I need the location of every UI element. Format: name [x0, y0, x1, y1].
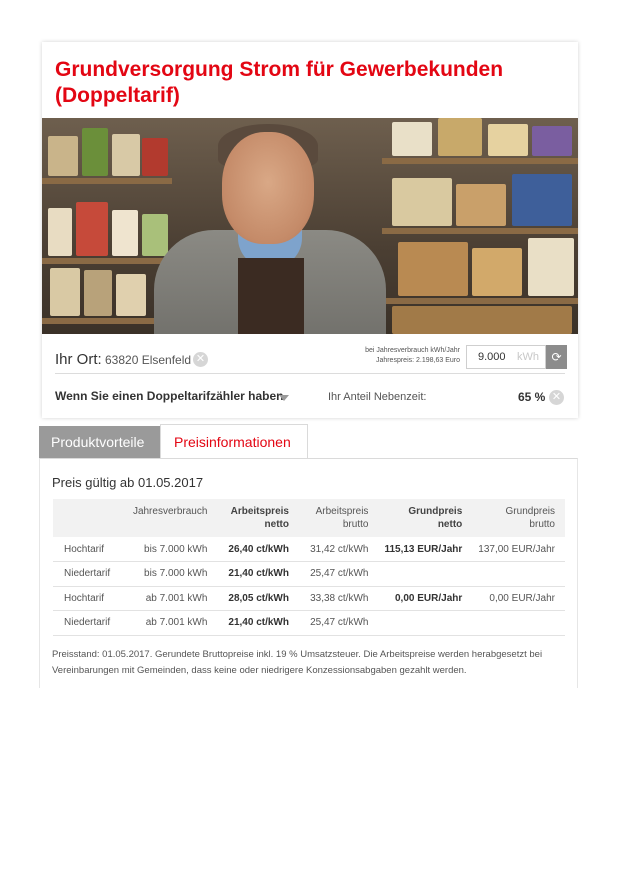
- cell-base-price-gross: [472, 610, 565, 636]
- header-work-price-gross-line1: Arbeitspreis: [315, 506, 369, 517]
- header-work-price-net-line2: netto: [264, 519, 289, 530]
- cell-work-price-net: 21,40 ct/kWh: [217, 561, 299, 587]
- cell-work-price-gross: 31,42 ct/kWh: [298, 537, 379, 562]
- price-valid-date: Preis gültig ab 01.05.2017: [52, 475, 204, 490]
- cell-tariff: Hochtarif: [53, 537, 127, 562]
- consumption-input[interactable]: 9.000 kWh: [466, 345, 546, 369]
- cell-base-price-gross: 137,00 EUR/Jahr: [472, 537, 565, 562]
- hero-image: [42, 118, 578, 334]
- price-table: Jahresverbrauch Arbeitspreis netto Arbeit…: [53, 499, 565, 636]
- refresh-icon[interactable]: ⟳: [546, 345, 567, 369]
- cell-consumption: bis 7.000 kWh: [126, 561, 218, 587]
- cell-consumption: ab 7.001 kWh: [126, 610, 218, 636]
- location-row: Ihr Ort: 63820 Elsenfeld ✕ bei Jahresver…: [55, 344, 567, 374]
- cell-tariff: Niedertarif: [53, 610, 127, 636]
- cell-work-price-net: 21,40 ct/kWh: [217, 610, 299, 636]
- header-consumption-line1: Jahresverbrauch: [132, 506, 208, 517]
- price-panel: Preis gültig ab 01.05.2017 Jahresverbrau…: [39, 458, 578, 688]
- tariff-card: Grundversorgung Strom für Gewerbekunden …: [42, 42, 578, 418]
- share-value[interactable]: 65 %: [518, 390, 545, 404]
- consumption-unit: kWh: [517, 351, 539, 363]
- cell-tariff: Hochtarif: [53, 586, 127, 611]
- cell-work-price-gross: 25,47 ct/kWh: [298, 561, 379, 587]
- location-value[interactable]: 63820 Elsenfeld: [105, 353, 191, 367]
- table-header-row: Jahresverbrauch Arbeitspreis netto Arbeit…: [53, 499, 565, 537]
- cell-consumption: bis 7.000 kWh: [126, 537, 218, 562]
- consumption-value: 9.000: [478, 351, 506, 363]
- header-work-price-gross-line2: brutto: [342, 519, 369, 530]
- cell-base-price-net: [378, 610, 473, 636]
- header-base-price-net: Grundpreis netto: [378, 499, 472, 537]
- header-base-price-gross-line2: brutto: [529, 519, 555, 530]
- cell-work-price-gross: 33,38 ct/kWh: [298, 586, 379, 611]
- cell-base-price-net: 0,00 EUR/Jahr: [378, 586, 473, 611]
- cell-base-price-gross: 0,00 EUR/Jahr: [472, 586, 565, 611]
- header-base-price-net-line2: netto: [437, 519, 463, 530]
- cell-base-price-net: [378, 561, 473, 587]
- header-tariff: [53, 499, 127, 537]
- page-title: Grundversorgung Strom für Gewerbekunden …: [55, 58, 504, 107]
- table-row: Niedertarif ab 7.001 kWh 21,40 ct/kWh 25…: [53, 610, 565, 636]
- tab-preisinformationen[interactable]: Preisinformationen: [160, 424, 308, 458]
- header-work-price-gross: Arbeitspreis brutto: [299, 499, 378, 537]
- clear-share-icon[interactable]: ✕: [549, 390, 564, 405]
- cell-base-price-gross: [472, 561, 565, 587]
- header-base-price-net-line1: Grundpreis: [408, 506, 463, 517]
- cell-work-price-net: 28,05 ct/kWh: [217, 586, 299, 611]
- table-row: Niedertarif bis 7.000 kWh 21,40 ct/kWh 2…: [53, 561, 565, 587]
- cell-base-price-net: 115,13 EUR/Jahr: [378, 537, 473, 562]
- price-footnote: Preisstand: 01.05.2017. Gerundete Brutto…: [52, 649, 543, 676]
- location-label: Ihr Ort:: [55, 351, 102, 368]
- annual-consumption-note: bei Jahresverbrauch kWh/Jahr Jahrespreis…: [345, 346, 460, 366]
- cell-work-price-net: 26,40 ct/kWh: [217, 537, 299, 562]
- annual-consumption-note-line1: bei Jahresverbrauch kWh/Jahr: [365, 347, 460, 354]
- table-row: Hochtarif bis 7.000 kWh 26,40 ct/kWh 31,…: [53, 537, 565, 562]
- header-work-price-net: Arbeitspreis netto: [217, 499, 299, 537]
- cell-work-price-gross: 25,47 ct/kWh: [298, 610, 379, 636]
- meter-row: Wenn Sie einen Doppeltarifzähler haben I…: [55, 387, 565, 409]
- header-work-price-net-line1: Arbeitspreis: [230, 506, 289, 517]
- chevron-down-icon[interactable]: [279, 395, 289, 401]
- cell-consumption: ab 7.001 kWh: [126, 586, 218, 611]
- share-label: Ihr Anteil Nebenzeit:: [328, 391, 427, 403]
- tab-produktvorteile[interactable]: Produktvorteile: [39, 426, 160, 458]
- header-base-price-gross-line1: Grundpreis: [505, 506, 555, 517]
- cell-tariff: Niedertarif: [53, 561, 127, 587]
- meter-type-dropdown[interactable]: Wenn Sie einen Doppeltarifzähler haben: [55, 389, 284, 403]
- clear-location-icon[interactable]: ✕: [193, 352, 208, 367]
- annual-price-note: Jahrespreis: 2.198,63 Euro: [375, 357, 460, 364]
- table-row: Hochtarif ab 7.001 kWh 28,05 ct/kWh 33,3…: [53, 586, 565, 611]
- header-base-price-gross: Grundpreis brutto: [472, 499, 565, 537]
- header-consumption: Jahresverbrauch: [127, 499, 217, 537]
